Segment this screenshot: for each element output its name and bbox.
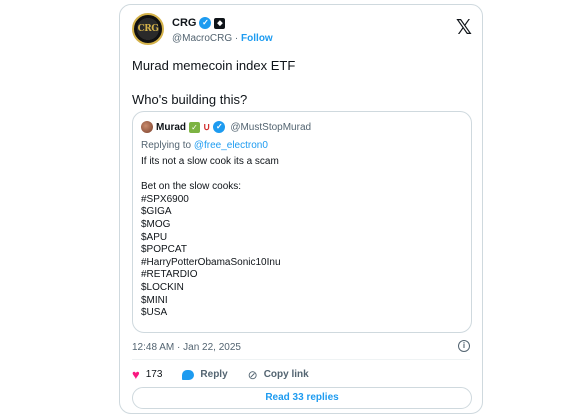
x-logo-icon[interactable]: 𝕏 xyxy=(456,15,472,39)
replying-to-line: Replying to @free_electron0 xyxy=(141,140,268,151)
follow-button[interactable]: Follow xyxy=(241,33,273,44)
tweet-text: Murad memecoin index ETF Who's building … xyxy=(132,58,296,107)
author-handle-row: @MacroCRG · Follow xyxy=(172,33,273,44)
copy-link-label: Copy link xyxy=(263,369,309,380)
verified-badge-icon: ✓ xyxy=(213,121,226,133)
magnet-emoji-icon: ∪ xyxy=(203,121,211,133)
check-mark-emoji-icon: ✓ xyxy=(189,121,200,133)
info-icon[interactable]: i xyxy=(458,340,470,352)
quoted-tweet-header: Murad ✓ ∪ ✓ @MustStopMurad xyxy=(141,121,311,133)
action-bar: ♥ 173 Reply ⊘ Copy link xyxy=(132,367,329,382)
quoted-tweet-text: If its not a slow cook its a scam Bet on… xyxy=(141,156,281,319)
divider xyxy=(132,359,470,360)
author-handle[interactable]: @MacroCRG xyxy=(172,33,232,44)
quoted-author-name: Murad xyxy=(156,121,186,133)
heart-icon: ♥ xyxy=(132,367,140,382)
tweet-card: CRG CRG ✓ ◆ @MacroCRG · Follow 𝕏 Murad m… xyxy=(119,4,483,414)
link-icon: ⊘ xyxy=(247,367,258,382)
author-avatar[interactable]: CRG xyxy=(132,13,164,45)
like-button[interactable]: ♥ 173 xyxy=(132,367,162,382)
affiliate-badge-icon[interactable]: ◆ xyxy=(214,17,226,29)
tweet-header: CRG CRG ✓ ◆ @MacroCRG · Follow 𝕏 xyxy=(132,13,472,53)
replying-to-prefix: Replying to xyxy=(141,140,194,151)
avatar-text: CRG xyxy=(137,24,159,34)
copy-link-button[interactable]: ⊘ Copy link xyxy=(248,368,309,382)
verified-badge-icon: ✓ xyxy=(199,17,212,29)
author-name-row: CRG ✓ ◆ xyxy=(172,17,226,29)
reply-button[interactable]: Reply xyxy=(182,369,228,380)
like-count: 173 xyxy=(145,369,163,380)
author-name[interactable]: CRG xyxy=(172,17,196,29)
handle-separator: · xyxy=(232,33,242,44)
tweet-timestamp[interactable]: 12:48 AM · Jan 22, 2025 xyxy=(132,342,241,353)
read-replies-button[interactable]: Read 33 replies xyxy=(132,387,472,409)
replying-to-handle: @free_electron0 xyxy=(193,140,268,151)
quoted-author-handle: @MustStopMurad xyxy=(230,121,312,133)
reply-label: Reply xyxy=(200,369,228,380)
quoted-tweet[interactable]: Murad ✓ ∪ ✓ @MustStopMurad Replying to @… xyxy=(132,111,472,333)
quoted-author-avatar xyxy=(141,121,153,133)
reply-icon xyxy=(182,369,195,380)
